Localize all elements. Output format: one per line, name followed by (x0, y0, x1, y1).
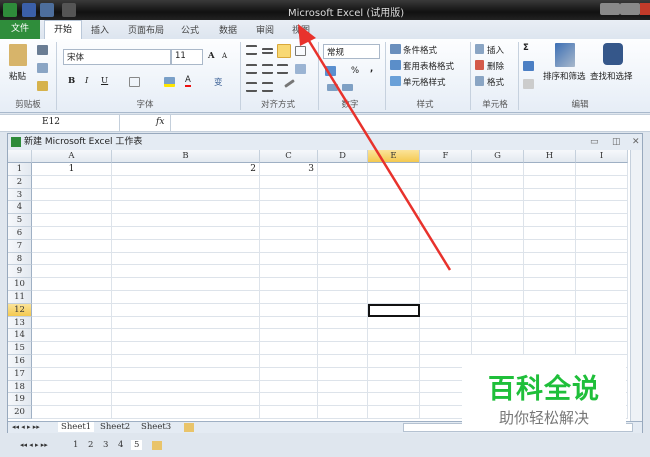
annotation-arrow (298, 24, 452, 271)
arrow-shaft (304, 35, 452, 271)
arrow-head (298, 24, 316, 46)
